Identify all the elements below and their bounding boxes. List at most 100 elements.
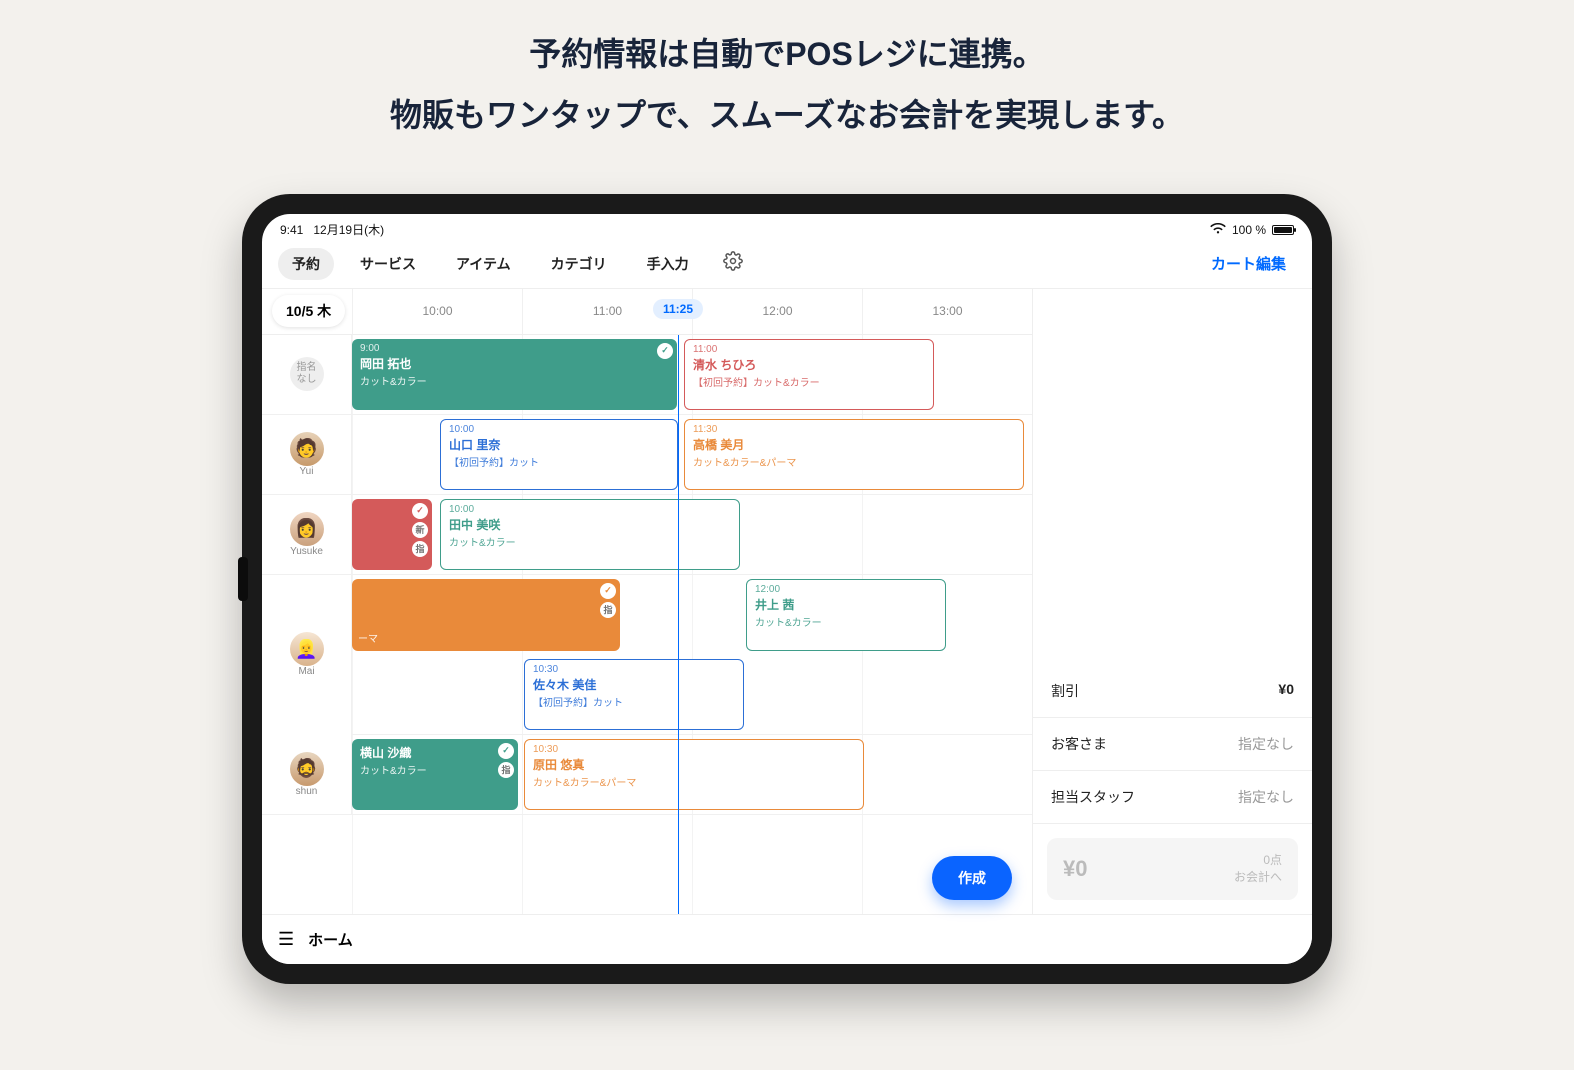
tabs: 予約 サービス アイテム カテゴリ 手入力: [278, 248, 703, 280]
badge-new: 新: [913, 344, 929, 360]
cart-edit-button[interactable]: カート編集: [1211, 253, 1286, 274]
appt-yokoyama[interactable]: 横山 沙織 カット&カラー ✓ 指: [352, 739, 518, 810]
appt-time: 11:00: [693, 344, 925, 355]
appt-prev-orange[interactable]: ーマ ✓ 指: [352, 579, 620, 651]
hour-label: 12:00: [692, 289, 862, 334]
badge-designate: 指: [657, 462, 673, 478]
appt-svc: 【初回予約】カット&カラー: [693, 374, 925, 389]
appt-tanaka[interactable]: 10:00 田中 美咲 カット&カラー ✓ 指: [440, 499, 740, 570]
appt-name: 田中 美咲: [449, 516, 731, 533]
staff-cell-none: 指名 なし: [262, 335, 352, 414]
appt-svc: カット&カラー: [755, 614, 937, 629]
total-go: お会計へ: [1234, 869, 1282, 886]
customer-label: お客さま: [1051, 734, 1107, 754]
headline: 予約情報は自動でPOSレジに連携。 物販もワンタップで、スムーズなお会計を実現し…: [0, 0, 1574, 146]
appt-name: 岡田 拓也: [360, 355, 669, 372]
tab-reservation[interactable]: 予約: [278, 248, 334, 280]
gear-icon[interactable]: [723, 251, 743, 276]
badge-designate: 指: [600, 602, 616, 618]
status-time: 9:41: [280, 223, 303, 237]
tab-category[interactable]: カテゴリ: [537, 248, 621, 280]
row-staff[interactable]: 担当スタッフ 指定なし: [1033, 771, 1312, 824]
total-amount: ¥0: [1063, 856, 1087, 882]
avatar: 👩: [290, 512, 324, 546]
appt-yamaguchi[interactable]: 10:00 山口 里奈 【初回予約】カット ✓ 指 指: [440, 419, 678, 490]
check-icon: ✓: [723, 664, 739, 680]
staff-row: 👱‍♀️ Mai ーマ ✓ 指: [262, 575, 1032, 655]
appt-svc: カット&カラー: [360, 373, 669, 388]
appt-svc: ーマ: [358, 630, 378, 645]
calendar-header: 10/5 木 10:00 11:00 12:00 13:00: [262, 289, 1032, 335]
appt-name: 井上 茜: [755, 596, 937, 613]
appt-takahashi[interactable]: 11:30 高橋 美月 カット&カラー&パーマ: [684, 419, 1024, 490]
appt-name: 山口 里奈: [449, 436, 669, 453]
appt-sasaki[interactable]: 10:30 佐々木 美佳 【初回予約】カット ✓ 新 指: [524, 659, 744, 730]
appt-harada[interactable]: 10:30 原田 悠真 カット&カラー&パーマ: [524, 739, 864, 810]
staff-label: 担当スタッフ: [1051, 787, 1135, 807]
bottom-bar: ☰ ホーム: [262, 914, 1312, 964]
staff-cell: 🧑 Yui: [262, 415, 352, 494]
checkout-button[interactable]: ¥0 0点 お会計へ: [1047, 838, 1298, 900]
status-right: 100 %: [1210, 223, 1294, 237]
row-discount[interactable]: 割引 ¥0: [1033, 665, 1312, 718]
appt-svc: 【初回予約】カット: [449, 454, 669, 469]
appt-time: 12:00: [755, 584, 937, 595]
home-label: ホーム: [308, 929, 353, 950]
staff-value: 指定なし: [1238, 787, 1294, 807]
body: 10/5 木 10:00 11:00 12:00 13:00 11:25: [262, 288, 1312, 914]
check-icon: ✓: [498, 743, 514, 759]
status-bar: 9:41 12月19日(木) 100 %: [262, 214, 1312, 240]
staff-row: 🧔 shun 横山 沙織 カット&カラー ✓ 指: [262, 735, 1032, 815]
appt-shimizu[interactable]: 11:00 清水 ちひろ 【初回予約】カット&カラー 新: [684, 339, 934, 410]
menu-icon[interactable]: ☰: [278, 929, 294, 950]
staff-row: 10:30 佐々木 美佳 【初回予約】カット ✓ 新 指: [262, 655, 1032, 735]
badge-designate: 指: [723, 702, 739, 718]
staff-row: 🧑 Yui 10:00 山口 里奈 【初回予約】カット ✓ 指: [262, 415, 1032, 495]
lane: ✓ 新 指 10:00 田中 美咲 カット&カラー ✓: [352, 495, 1032, 574]
avatar-placeholder: 指名 なし: [290, 357, 324, 391]
badge-new: 新: [723, 683, 739, 699]
calendar: 10/5 木 10:00 11:00 12:00 13:00 11:25: [262, 288, 1032, 914]
tab-manual[interactable]: 手入力: [633, 248, 703, 280]
date-chip[interactable]: 10/5 木: [272, 295, 345, 327]
discount-label: 割引: [1051, 681, 1079, 701]
toolbar: 予約 サービス アイテム カテゴリ 手入力 カート編集: [262, 240, 1312, 288]
appt-okada[interactable]: 9:00 岡田 拓也 カット&カラー ✓: [352, 339, 677, 410]
appt-name: 原田 悠真: [533, 756, 855, 773]
badge-designate: 指: [412, 541, 428, 557]
calendar-rows: 指名 なし 9:00 岡田 拓也 カット&カラー ✓ 11:00: [262, 335, 1032, 914]
staff-name: Yusuke: [290, 546, 323, 557]
staff-cell: 👩 Yusuke: [262, 495, 352, 574]
lane: 横山 沙織 カット&カラー ✓ 指 10:30 原田 悠真 カット&カラ: [352, 735, 1032, 814]
create-button[interactable]: 作成: [932, 856, 1012, 900]
screen: 9:41 12月19日(木) 100 % 予約 サービス アイテム カテゴリ: [262, 214, 1312, 964]
appt-svc: カット&カラー: [360, 762, 510, 777]
lane: 10:00 山口 里奈 【初回予約】カット ✓ 指 指 11:30: [352, 415, 1032, 494]
check-icon: ✓: [657, 343, 673, 359]
appt-prev-red[interactable]: ✓ 新 指: [352, 499, 432, 570]
avatar: 🧑: [290, 432, 324, 466]
status-left: 9:41 12月19日(木): [280, 221, 384, 238]
check-icon: ✓: [412, 503, 428, 519]
appt-inoue[interactable]: 12:00 井上 茜 カット&カラー: [746, 579, 946, 651]
appt-name: 高橋 美月: [693, 436, 1015, 453]
avatar: 🧔: [290, 752, 324, 786]
appt-time: 10:30: [533, 664, 735, 675]
lane: 9:00 岡田 拓也 カット&カラー ✓ 11:00 清水 ちひろ 【初回予約】…: [352, 335, 1032, 414]
now-line: [678, 335, 679, 914]
now-chip: 11:25: [653, 299, 703, 319]
cart-panel: 割引 ¥0 お客さま 指定なし 担当スタッフ 指定なし ¥0 0点 お会計へ: [1032, 288, 1312, 914]
check-icon: ✓: [719, 504, 735, 520]
appt-time: 10:00: [449, 504, 731, 515]
badge-designate: 指: [719, 523, 735, 539]
row-customer[interactable]: お客さま 指定なし: [1033, 718, 1312, 771]
tab-item[interactable]: アイテム: [442, 248, 525, 280]
status-date: 12月19日(木): [313, 223, 384, 237]
staff-name: shun: [296, 786, 318, 797]
discount-value: ¥0: [1278, 681, 1294, 701]
check-icon: ✓: [657, 424, 673, 440]
appt-time: 11:30: [693, 424, 1015, 435]
tablet-frame: 9:41 12月19日(木) 100 % 予約 サービス アイテム カテゴリ: [242, 194, 1332, 984]
tab-service[interactable]: サービス: [346, 248, 430, 280]
battery-pct: 100 %: [1232, 223, 1266, 237]
